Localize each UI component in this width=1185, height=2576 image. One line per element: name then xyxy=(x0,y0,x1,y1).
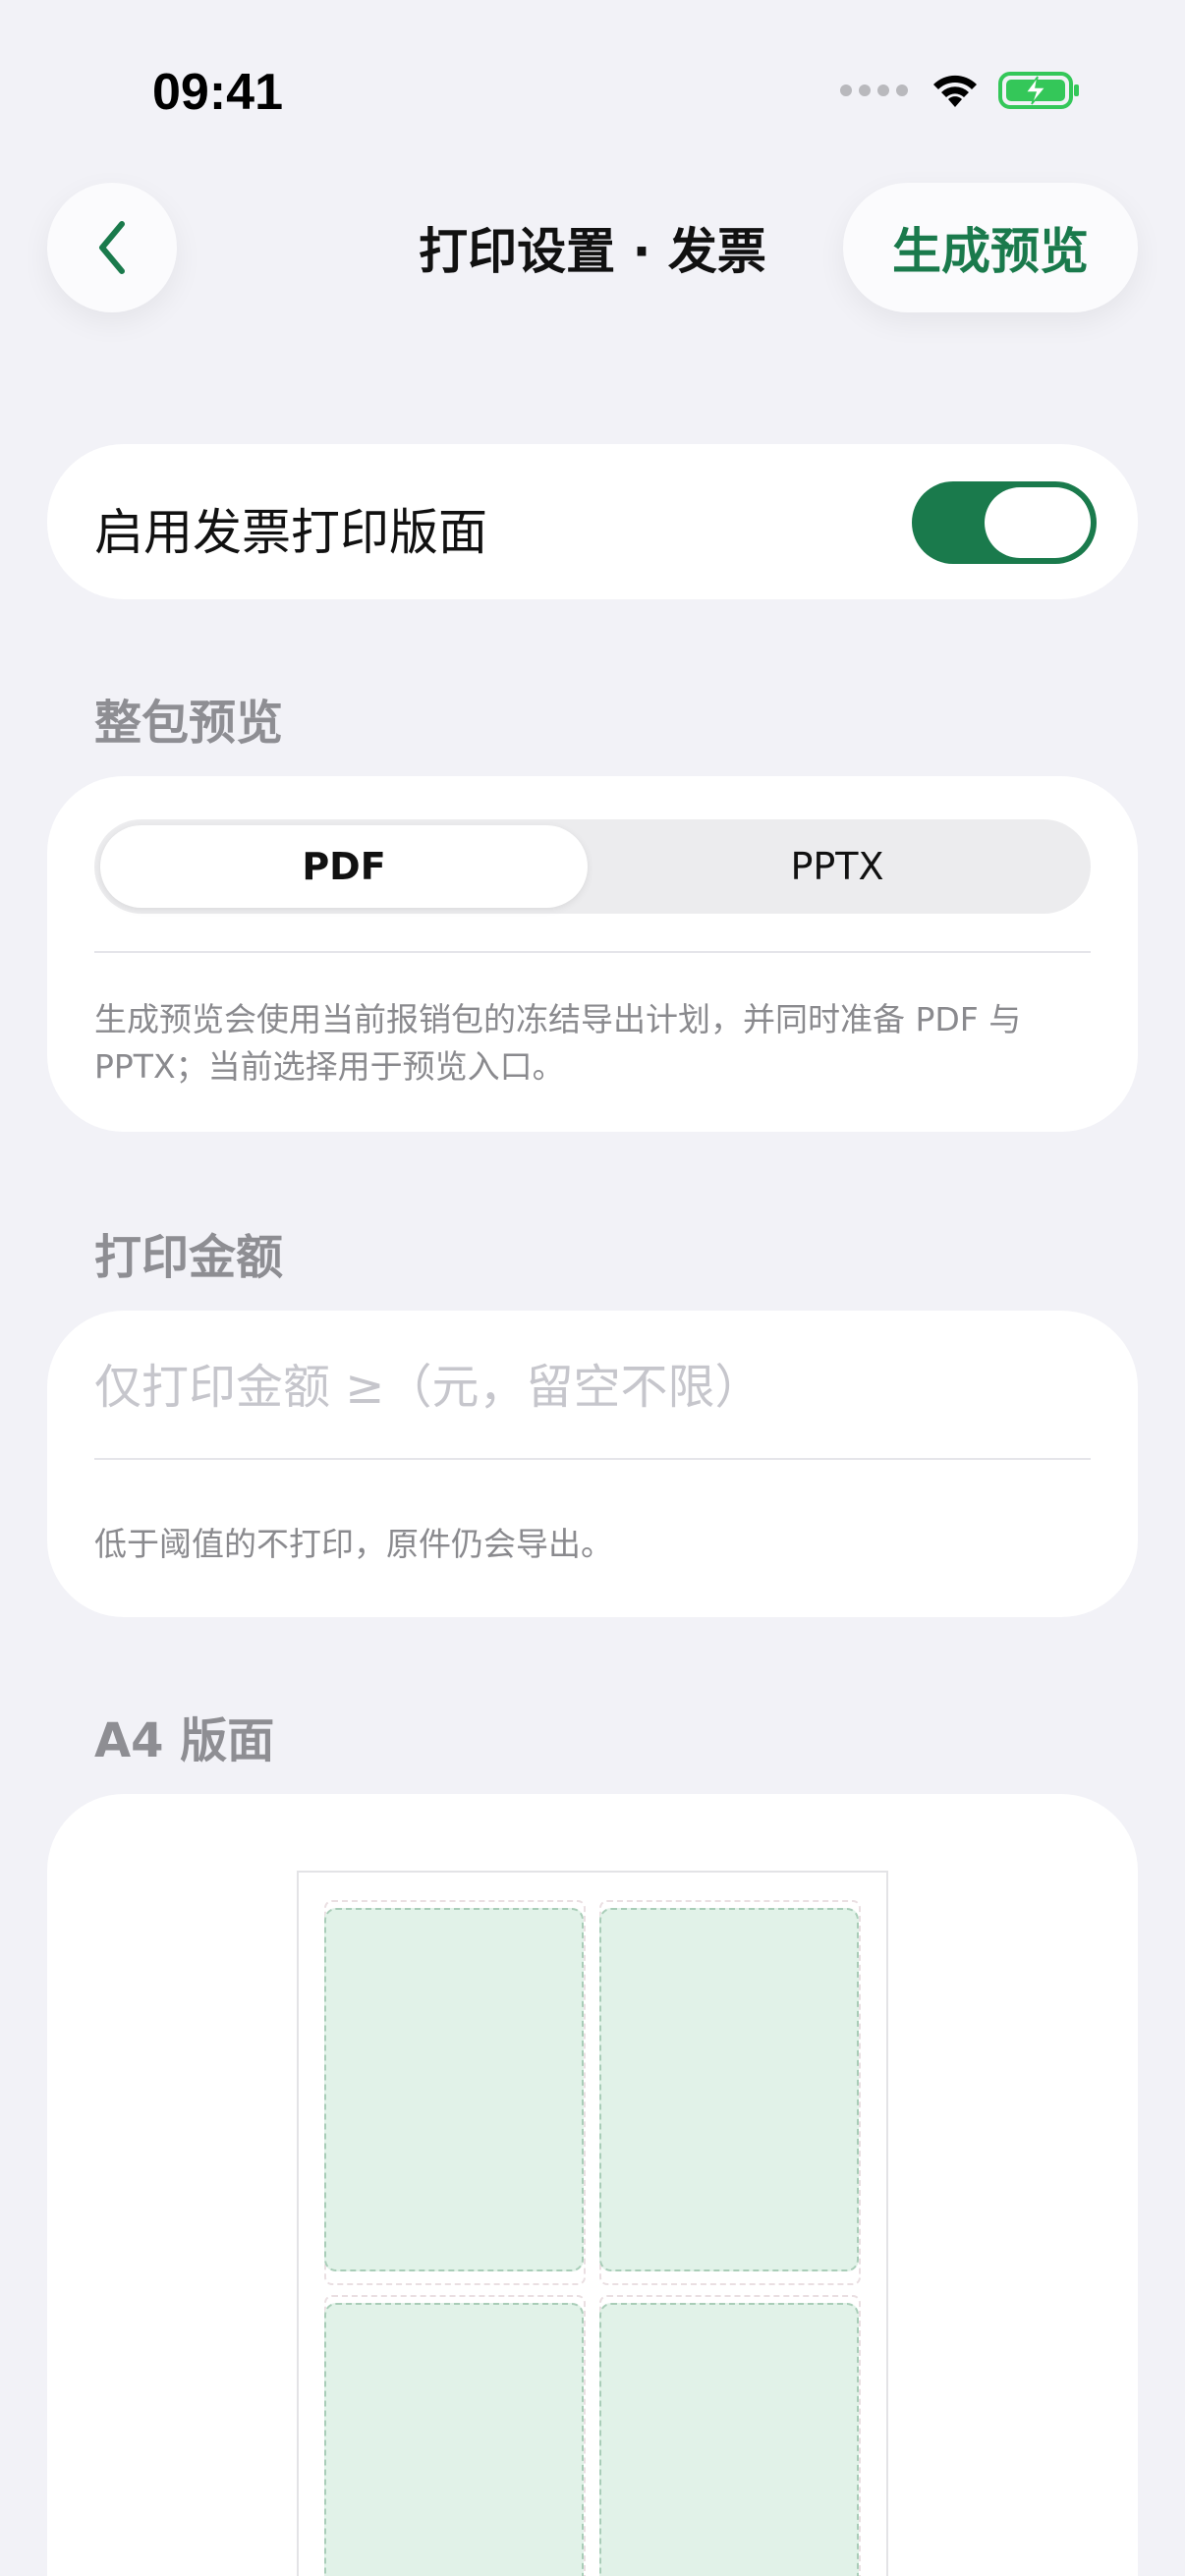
generate-preview-button[interactable]: 生成预览 xyxy=(843,183,1138,312)
wifi-icon xyxy=(933,75,977,107)
a4-layout-card xyxy=(47,1794,1138,2576)
amount-section-header: 打印金额 xyxy=(94,1230,284,1285)
a4-page-preview xyxy=(297,1871,888,2576)
chevron-left-icon xyxy=(99,221,125,274)
preview-format-card: PDF PPTX 生成预览会使用当前报销包的冻结导出计划，并同时准备 PDF 与… xyxy=(47,776,1138,1132)
amount-threshold-card: 低于阈值的不打印，原件仍会导出。 xyxy=(47,1311,1138,1617)
invoice-slot xyxy=(599,2303,859,2576)
back-button[interactable] xyxy=(47,183,177,312)
invoice-slot xyxy=(324,1908,584,2271)
status-time: 09:41 xyxy=(152,64,283,121)
status-bar: 09:41 xyxy=(0,0,1185,196)
format-segmented-control: PDF PPTX xyxy=(94,819,1091,914)
enable-invoice-layout-card: 启用发票打印版面 xyxy=(47,444,1138,599)
enable-invoice-layout-label: 启用发票打印版面 xyxy=(94,504,487,561)
segment-pptx[interactable]: PPTX xyxy=(593,825,1081,908)
segment-pdf[interactable]: PDF xyxy=(100,825,588,908)
invoice-slot xyxy=(324,2303,584,2576)
divider xyxy=(94,1458,1091,1460)
amount-hint-text: 低于阈值的不打印，原件仍会导出。 xyxy=(94,1525,613,1563)
a4-section-header: A4 版面 xyxy=(94,1713,275,1768)
battery-charging-icon xyxy=(998,72,1079,109)
preview-hint-text: 生成预览会使用当前报销包的冻结导出计划，并同时准备 PDF 与 PPTX；当前选… xyxy=(94,1000,1022,1086)
preview-section-header: 整包预览 xyxy=(94,696,284,751)
signal-dots-icon xyxy=(840,84,908,96)
toggle-knob xyxy=(985,487,1091,558)
page-title: 打印设置 · 发票 xyxy=(419,223,766,280)
divider xyxy=(94,951,1091,953)
status-icons xyxy=(840,71,1081,110)
invoice-slot xyxy=(599,1908,859,2271)
enable-invoice-layout-toggle[interactable] xyxy=(912,481,1097,564)
amount-threshold-input[interactable] xyxy=(94,1340,1091,1434)
